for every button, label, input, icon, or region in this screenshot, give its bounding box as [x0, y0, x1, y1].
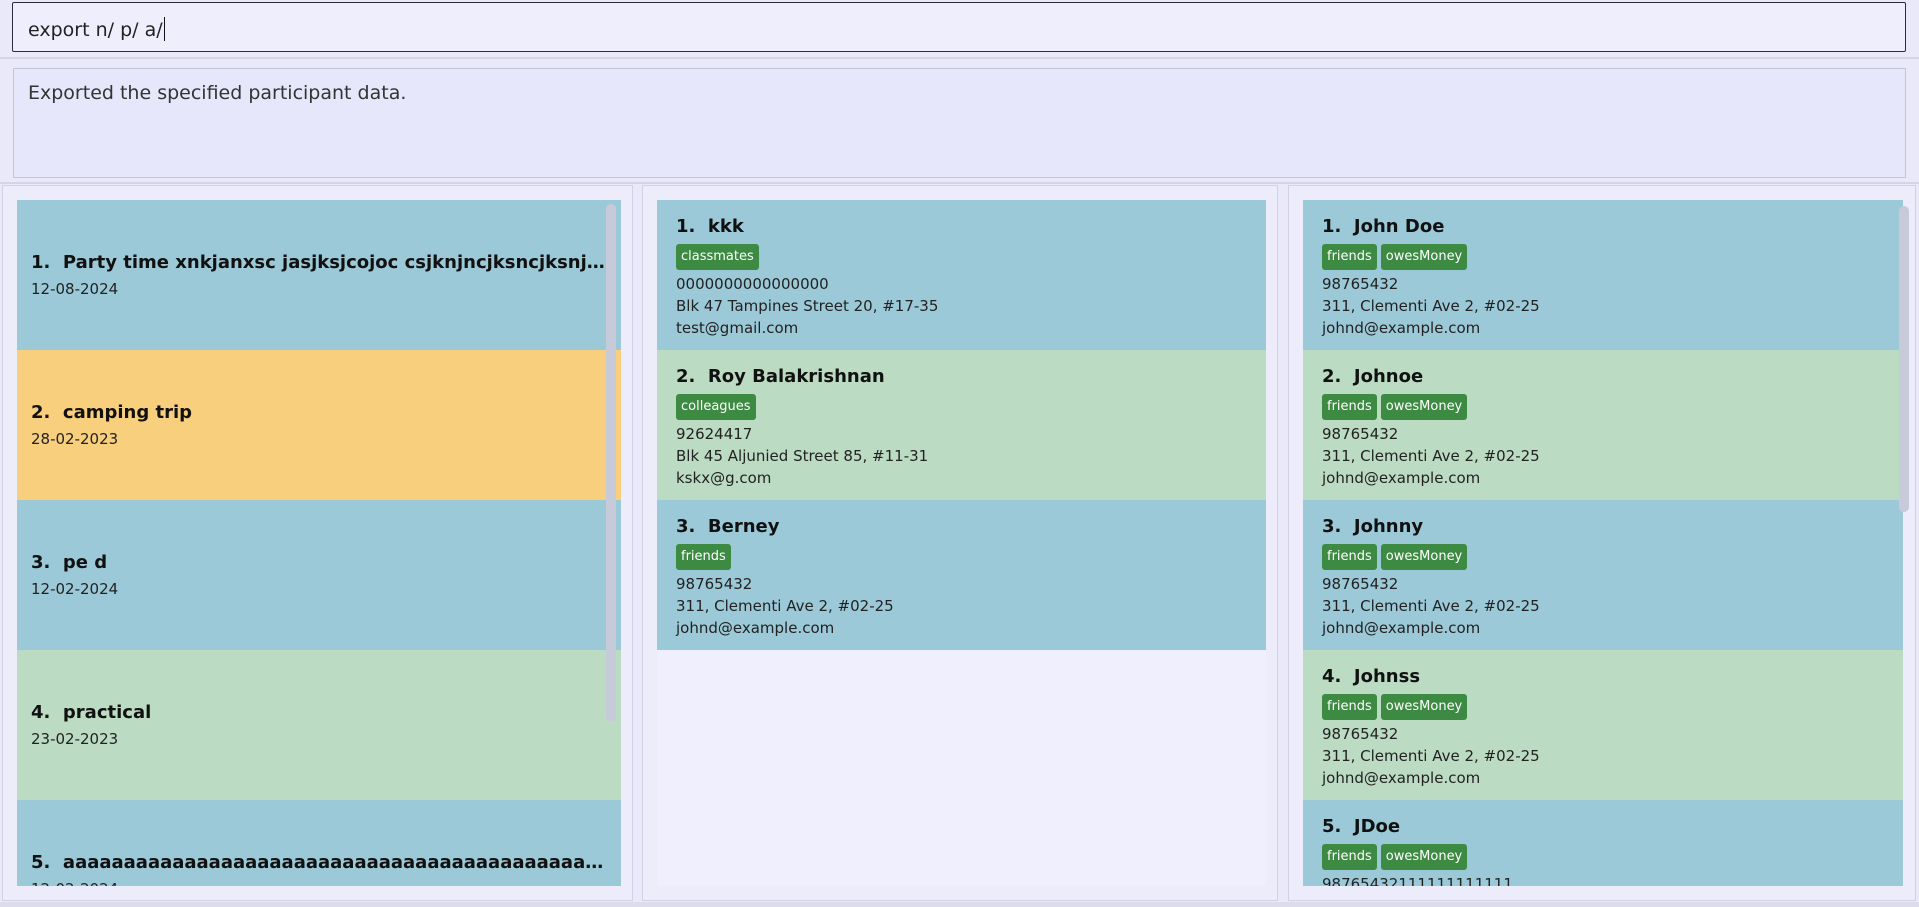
participant-phone: 98765432 — [676, 575, 753, 593]
participant-name: 1. John Doe — [1322, 216, 1445, 237]
participant-phone: 98765432 — [1322, 725, 1399, 743]
event-date: 12-02-2024 — [31, 580, 119, 598]
tag: colleagues — [676, 394, 756, 420]
tag: classmates — [676, 244, 759, 270]
participant-list-scrollbar[interactable] — [1899, 206, 1909, 512]
tag-list: friends — [676, 544, 731, 570]
divider — [0, 57, 1919, 59]
tag: owesMoney — [1380, 244, 1468, 270]
participant-card[interactable]: 3. Berney friends 98765432 311, Clementi… — [657, 500, 1266, 650]
event-participants-panel: 1. kkk classmates 0000000000000000 Blk 4… — [642, 185, 1278, 901]
participant-phone: 98765432 — [1322, 575, 1399, 593]
event-card[interactable]: 5. aaaaaaaaaaaaaaaaaaaaaaaaaaaaaaaaaaaaa… — [17, 800, 621, 886]
event-title: 3. pe d — [31, 552, 108, 573]
event-date: 23-02-2023 — [31, 730, 119, 748]
participant-phone: 98765432 — [1322, 425, 1399, 443]
tag: friends — [1322, 394, 1377, 420]
participant-card[interactable]: 1. kkk classmates 0000000000000000 Blk 4… — [657, 200, 1266, 350]
participant-card[interactable]: 4. Johnss friends owesMoney 98765432 311,… — [1303, 650, 1903, 800]
status-strip — [0, 902, 1919, 907]
event-card[interactable]: 1. Party time xnkjanxsc jasjksjcojoc csj… — [17, 200, 621, 350]
participant-name: 2. Roy Balakrishnan — [676, 366, 885, 387]
participant-email: johnd@example.com — [1322, 619, 1481, 637]
participant-card[interactable]: 5. JDoe friends owesMoney 987654321111111… — [1303, 800, 1903, 886]
participant-email: johnd@example.com — [1322, 469, 1481, 487]
participant-phone: 98765432111111111111 — [1322, 875, 1513, 886]
command-input[interactable]: export n/ p/ a/ — [12, 2, 1906, 52]
participant-card[interactable]: 3. Johnny friends owesMoney 98765432 311,… — [1303, 500, 1903, 650]
participant-address: 311, Clementi Ave 2, #02-25 — [1322, 447, 1540, 465]
result-message: Exported the specified participant data. — [28, 82, 407, 104]
participant-address: 311, Clementi Ave 2, #02-25 — [1322, 597, 1540, 615]
event-title: 1. Party time xnkjanxsc jasjksjcojoc csj… — [31, 252, 606, 273]
event-list[interactable]: 1. Party time xnkjanxsc jasjksjcojoc csj… — [17, 200, 621, 886]
tag-list: classmates — [676, 244, 759, 270]
participant-name: 1. kkk — [676, 216, 744, 237]
tag-list: friends owesMoney — [1322, 844, 1468, 870]
tag: friends — [1322, 694, 1377, 720]
participant-address: 311, Clementi Ave 2, #02-25 — [1322, 297, 1540, 315]
event-card-selected[interactable]: 2. camping trip 28-02-2023 — [17, 350, 621, 500]
event-list-scrollbar[interactable] — [606, 204, 616, 722]
participant-phone: 0000000000000000 — [676, 275, 829, 293]
tag: friends — [1322, 244, 1377, 270]
tag: owesMoney — [1380, 694, 1468, 720]
command-input-text: export n/ p/ a/ — [28, 17, 166, 41]
tag: friends — [1322, 844, 1377, 870]
participant-list[interactable]: 1. John Doe friends owesMoney 98765432 31… — [1303, 200, 1903, 886]
participant-email: johnd@example.com — [676, 619, 835, 637]
participant-name: 2. Johnoe — [1322, 366, 1424, 387]
event-date: 12-08-2024 — [31, 280, 119, 298]
tag-list: friends owesMoney — [1322, 694, 1468, 720]
event-card[interactable]: 4. practical 23-02-2023 — [17, 650, 621, 800]
participant-phone: 92624417 — [676, 425, 753, 443]
participant-name: 4. Johnss — [1322, 666, 1421, 687]
event-date: 12-02-2024 — [31, 880, 118, 886]
tag: friends — [676, 544, 731, 570]
event-participant-list[interactable]: 1. kkk classmates 0000000000000000 Blk 4… — [657, 200, 1266, 886]
participant-card[interactable]: 1. John Doe friends owesMoney 98765432 31… — [1303, 200, 1903, 350]
event-title: 4. practical — [31, 702, 152, 723]
participant-address: Blk 47 Tampines Street 20, #17-35 — [676, 297, 939, 315]
participant-name: 5. JDoe — [1322, 816, 1401, 837]
tag: owesMoney — [1380, 394, 1468, 420]
text-cursor — [163, 17, 166, 41]
participant-email: kskx@g.com — [676, 469, 772, 487]
divider — [0, 182, 1919, 184]
participant-email: johnd@example.com — [1322, 319, 1481, 337]
participant-address: 311, Clementi Ave 2, #02-25 — [1322, 747, 1540, 765]
participant-card[interactable]: 2. Roy Balakrishnan colleagues 92624417 … — [657, 350, 1266, 500]
participant-email: johnd@example.com — [1322, 769, 1481, 787]
event-list-panel: 1. Party time xnkjanxsc jasjksjcojoc csj… — [2, 185, 633, 901]
event-title: 5. aaaaaaaaaaaaaaaaaaaaaaaaaaaaaaaaaaaaa… — [31, 852, 606, 873]
tag: owesMoney — [1380, 844, 1468, 870]
event-card[interactable]: 3. pe d 12-02-2024 — [17, 500, 621, 650]
participant-name: 3. Berney — [676, 516, 780, 537]
event-date: 28-02-2023 — [31, 430, 119, 448]
tag-list: friends owesMoney — [1322, 244, 1468, 270]
tag-list: friends owesMoney — [1322, 394, 1468, 420]
tag-list: friends owesMoney — [1322, 544, 1468, 570]
participant-email: test@gmail.com — [676, 319, 799, 337]
result-display: Exported the specified participant data. — [13, 68, 1906, 178]
participant-card[interactable]: 2. Johnoe friends owesMoney 98765432 311,… — [1303, 350, 1903, 500]
tag: friends — [1322, 544, 1377, 570]
event-title: 2. camping trip — [31, 402, 193, 423]
all-participants-panel: 1. John Doe friends owesMoney 98765432 31… — [1288, 185, 1916, 901]
participant-phone: 98765432 — [1322, 275, 1399, 293]
participant-name: 3. Johnny — [1322, 516, 1424, 537]
participant-address: Blk 45 Aljunied Street 85, #11-31 — [676, 447, 929, 465]
tag-list: colleagues — [676, 394, 756, 420]
tag: owesMoney — [1380, 544, 1468, 570]
participant-address: 311, Clementi Ave 2, #02-25 — [676, 597, 894, 615]
